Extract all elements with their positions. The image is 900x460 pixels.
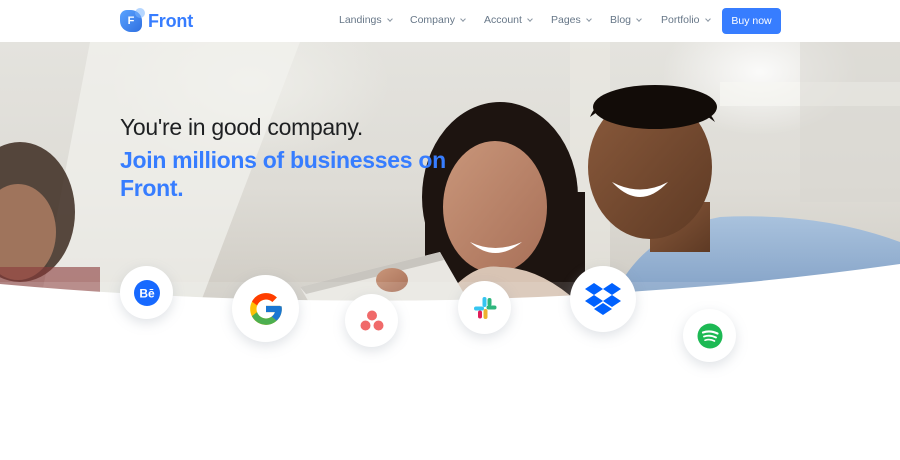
nav-pages[interactable]: Pages — [551, 14, 592, 26]
nav-label: Account — [484, 14, 522, 26]
nav-company[interactable]: Company — [410, 14, 466, 26]
chevron-down-icon — [636, 15, 642, 22]
chevron-down-icon — [704, 15, 711, 22]
buy-now-button[interactable]: Buy now — [722, 8, 781, 34]
client-asana — [345, 294, 398, 347]
nav-account[interactable]: Account — [484, 14, 533, 26]
slack-icon — [473, 296, 496, 319]
nav-label: Portfolio — [661, 14, 700, 26]
nav-blog[interactable]: Blog — [610, 14, 642, 26]
client-dropbox — [570, 266, 636, 332]
client-google — [232, 275, 299, 342]
dropbox-icon — [585, 283, 621, 315]
site-header: F Front Landings Company Account Pages B… — [0, 0, 900, 42]
nav-label: Pages — [551, 14, 581, 26]
behance-icon: Bē — [133, 279, 160, 306]
chevron-down-icon — [386, 15, 393, 22]
client-spotify — [683, 309, 736, 362]
chevron-down-icon — [527, 15, 533, 22]
client-behance: Bē — [120, 266, 173, 319]
nav-portfolio[interactable]: Portfolio — [661, 14, 711, 26]
svg-text:Bē: Bē — [139, 286, 155, 300]
chevron-down-icon — [585, 15, 592, 22]
asana-icon — [360, 310, 383, 330]
chevron-down-icon — [460, 15, 466, 22]
hero-title: You're in good company. — [120, 114, 364, 140]
brand-name: Front — [148, 10, 193, 31]
nav-label: Landings — [339, 14, 382, 26]
nav-label: Blog — [610, 14, 632, 26]
spotify-icon — [697, 323, 722, 348]
page-body — [0, 304, 900, 460]
nav-label: Company — [410, 14, 455, 26]
hero-subtitle: Join millions of businesses on Front. — [120, 147, 446, 201]
brand-logo[interactable]: F Front — [120, 8, 193, 33]
google-icon — [249, 292, 282, 325]
nav-landings[interactable]: Landings — [339, 14, 393, 26]
client-slack — [458, 281, 511, 334]
front-logo-icon: F — [120, 8, 145, 32]
